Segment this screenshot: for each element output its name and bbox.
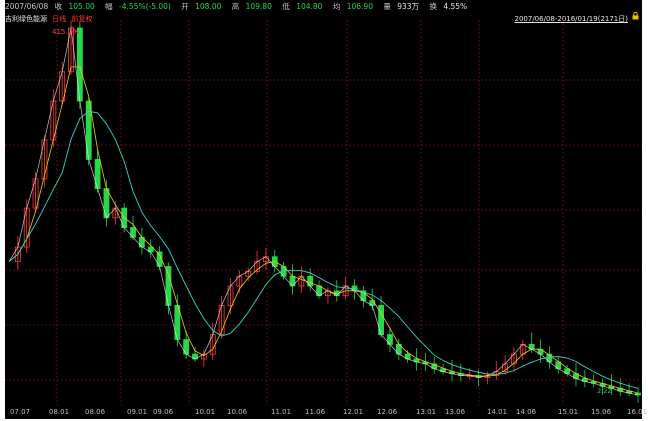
- x-tick-label: 12.01: [343, 408, 364, 416]
- close-label: 收: [54, 2, 63, 11]
- series-ma-long-line: [8, 110, 639, 389]
- volume-value: 933万: [397, 2, 420, 11]
- close-value: 105.00: [68, 2, 95, 11]
- x-tick-label: 07.07: [10, 408, 31, 416]
- open-field: 开 108.00: [181, 2, 225, 11]
- x-tick-label: 12.06: [377, 408, 398, 416]
- open-value: 108.00: [195, 2, 222, 11]
- close-field: 收 105.00: [55, 2, 99, 11]
- series-close-line: [8, 27, 639, 396]
- x-tick-label: 09.06: [153, 408, 174, 416]
- volume-field: 量 933万: [383, 2, 423, 11]
- low-price-label: 2.22: [597, 387, 612, 395]
- high-field: 高 109.80: [232, 2, 276, 11]
- x-tick-label: 10.06: [227, 408, 248, 416]
- turnover-label: 换: [429, 2, 437, 11]
- time-axis: 07.07 08.01 08.06 09.01 09.06 10.01 10.06 11.01…: [5, 405, 647, 419]
- quote-info-bar: 2007/06/08 收 105.00 幅 -4.55%(-5.00) 开 10…: [5, 0, 642, 13]
- x-tick-label: 15.06: [591, 408, 612, 416]
- high-label: 高: [231, 2, 240, 11]
- change-value: -4.55%(-5.00): [119, 2, 171, 11]
- candle-body-42: [378, 305, 384, 336]
- open-label: 开: [181, 2, 189, 11]
- stock-chart-window: 2007/06/08 收 105.00 幅 -4.55%(-5.00) 开 10…: [0, 0, 649, 421]
- avg-label: 均: [332, 2, 341, 11]
- volume-label: 量: [383, 2, 391, 11]
- avg-field: 均 106.90: [333, 2, 377, 11]
- x-tick-label: 11.06: [305, 408, 326, 416]
- turnover-value: 4.55%: [443, 2, 468, 11]
- low-label: 低: [282, 2, 290, 11]
- peak-price-label: 415.00: [52, 28, 77, 36]
- candle-body-11: [103, 188, 110, 219]
- low-field: 低 104.80: [282, 2, 326, 11]
- x-tick-label: 14.01: [487, 408, 508, 416]
- quote-date: 2007/06/08: [5, 2, 49, 11]
- x-tick-label: 10.01: [195, 408, 216, 416]
- x-tick-label: 13.01: [416, 408, 437, 416]
- x-tick-label: 09.01: [127, 408, 148, 416]
- high-value: 109.80: [245, 2, 272, 11]
- change-label: 幅: [105, 2, 113, 11]
- change-field: 幅 -4.55%(-5.00): [105, 2, 175, 11]
- x-tick-label: 08.01: [49, 408, 70, 416]
- candle-body-10: [94, 159, 101, 190]
- candle-body-20: [183, 339, 190, 355]
- candle-body-18: [165, 266, 172, 306]
- x-tick-label: 16.01: [627, 408, 648, 416]
- x-tick-label: 15.01: [558, 408, 579, 416]
- x-tick-label: 08.06: [85, 408, 106, 416]
- lock-icon[interactable]: [632, 12, 639, 20]
- x-tick-label: 11.01: [271, 408, 292, 416]
- series-ma-mid-line: [8, 66, 639, 394]
- candle-body-8: [76, 27, 83, 102]
- x-tick-label: 13.06: [445, 408, 466, 416]
- candle-body-9: [85, 100, 92, 160]
- price-chart[interactable]: [5, 20, 642, 405]
- x-tick-label: 14.06: [516, 408, 537, 416]
- turnover-field: 换 4.55%: [429, 2, 471, 11]
- avg-value: 106.90: [346, 2, 373, 11]
- low-value: 104.80: [296, 2, 323, 11]
